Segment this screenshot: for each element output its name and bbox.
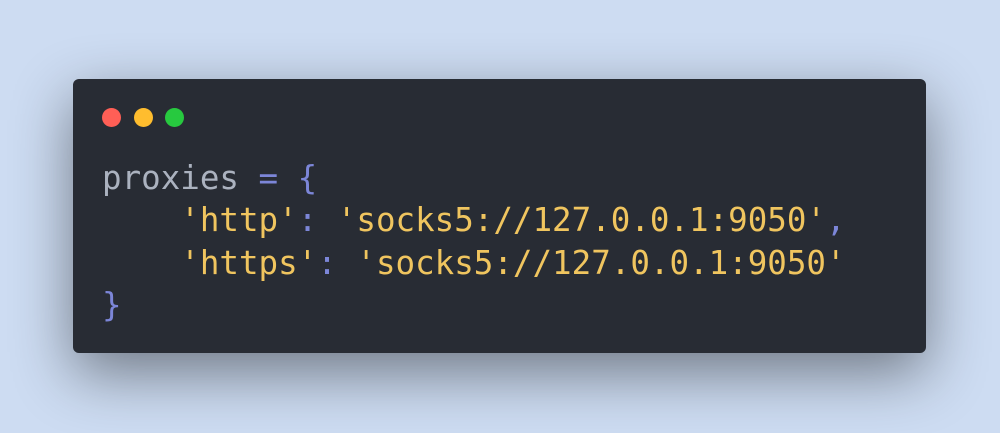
open-brace: { (297, 159, 318, 197)
assign-operator: = (238, 159, 298, 197)
maximize-dot-icon (165, 108, 184, 127)
variable-name: proxies (102, 159, 239, 197)
colon: : (317, 243, 357, 282)
dict-value: 'socks5://127.0.0.1:9050' (356, 243, 846, 282)
code-window: proxies = { 'http': 'socks5://127.0.0.1:… (73, 79, 926, 353)
close-dot-icon (102, 108, 121, 127)
close-brace: } (102, 285, 122, 324)
dict-key: 'https' (180, 243, 318, 282)
dict-value: 'socks5://127.0.0.1:9050' (336, 201, 826, 240)
comma: , (826, 201, 846, 240)
code-block: proxies = { 'http': 'socks5://127.0.0.1:… (102, 157, 846, 326)
minimize-dot-icon (134, 108, 153, 127)
dict-key: 'http' (180, 201, 298, 240)
colon: : (297, 201, 337, 240)
